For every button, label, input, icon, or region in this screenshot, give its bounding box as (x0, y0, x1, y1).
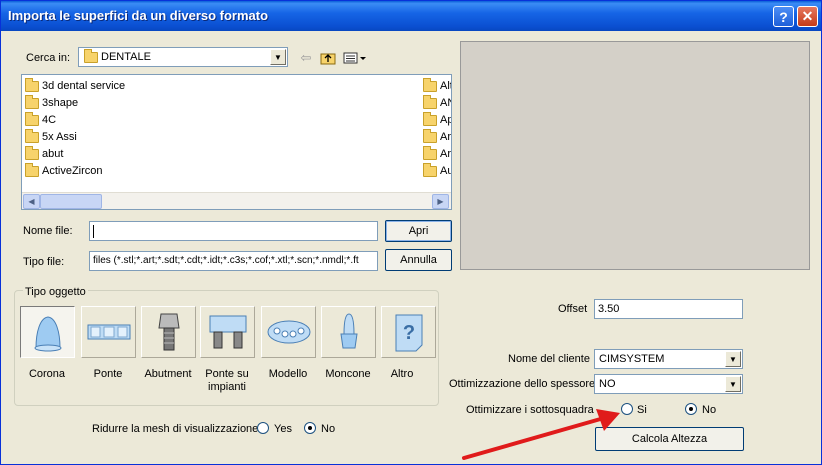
folder-icon (423, 145, 437, 160)
folder-icon (25, 111, 39, 126)
object-type-abutment[interactable] (141, 306, 196, 358)
object-type-modello[interactable] (261, 306, 316, 358)
filetype-label: Tipo file: (23, 256, 65, 268)
svg-text:?: ? (402, 322, 414, 344)
list-item[interactable]: 5x Assi (25, 128, 77, 145)
mesh-no-radio[interactable] (304, 422, 316, 434)
object-type-label: Ponte (93, 368, 123, 380)
folder-icon (423, 128, 437, 143)
model-icon (267, 320, 310, 344)
folder-icon (84, 48, 98, 63)
view-menu-icon[interactable] (342, 50, 368, 66)
object-type-altro[interactable]: ? (381, 306, 436, 358)
folder-icon (25, 162, 39, 177)
list-item[interactable]: Au (423, 162, 451, 179)
object-type-label: Moncone (325, 368, 371, 380)
scroll-left-icon[interactable]: ◀ (23, 194, 40, 209)
folder-icon (423, 94, 437, 109)
undercuts-no-radio[interactable] (685, 403, 697, 415)
list-item[interactable]: Ar (423, 145, 451, 162)
lookin-combo[interactable]: DENTALE ▼ (78, 47, 288, 67)
mesh-no-label: No (321, 423, 336, 435)
object-type-legend: Tipo oggetto (23, 286, 88, 298)
folder-icon (25, 94, 39, 109)
bridge-icon (87, 324, 130, 340)
list-item[interactable]: 4C (25, 111, 56, 128)
object-type-ponte[interactable] (81, 306, 136, 358)
scroll-right-icon[interactable]: ▶ (432, 194, 449, 209)
import-dialog: Importa le superfici da un diverso forma… (0, 0, 822, 465)
list-item[interactable]: Ap (423, 111, 451, 128)
stump-icon (339, 313, 358, 349)
filename-label: Nome file: (23, 225, 73, 237)
list-item[interactable]: 3shape (25, 94, 78, 111)
filetype-combo[interactable]: files (*.stl;*.art;*.sdt;*.cdt;*.idt;*.c… (89, 251, 378, 271)
object-type-label: Modello (268, 368, 308, 380)
folder-icon (423, 77, 437, 92)
file-list[interactable]: 3d dental service 3shape 4C 5x Assi abut… (21, 74, 452, 210)
undercuts-no-label: No (702, 404, 717, 416)
client-label: Nome del cliente (508, 353, 590, 365)
thickness-combo[interactable]: NO ▼ (594, 374, 743, 394)
lookin-value: DENTALE (101, 51, 151, 63)
object-type-moncone[interactable] (321, 306, 376, 358)
open-button[interactable]: Apri (385, 220, 452, 242)
object-type-ponte-su-impianti[interactable] (200, 306, 255, 358)
object-type-label: Abutment (144, 368, 192, 380)
object-type-corona[interactable] (20, 306, 75, 358)
list-item[interactable]: 3d dental service (25, 77, 125, 94)
folder-icon (423, 162, 437, 177)
list-item[interactable]: Ar (423, 128, 451, 145)
mesh-label: Ridurre la mesh di visualizzazione (92, 423, 259, 435)
folder-icon (25, 128, 39, 143)
list-item[interactable]: ActiveZircon (25, 162, 103, 179)
back-icon[interactable]: ⇦ (297, 50, 315, 66)
question-icon: ? (395, 314, 422, 352)
list-item[interactable]: abut (25, 145, 63, 162)
horizontal-scrollbar[interactable]: ◀ ▶ (22, 192, 451, 209)
object-type-label: Altro (390, 368, 414, 380)
filename-input[interactable] (89, 221, 378, 241)
annotation-arrow-icon (462, 409, 620, 460)
offset-input[interactable]: 3.50 (594, 299, 743, 319)
window-title: Importa le superfici da un diverso forma… (8, 8, 269, 23)
object-type-label: Corona (28, 368, 66, 380)
mesh-yes-label: Yes (274, 423, 292, 435)
scroll-thumb[interactable] (40, 194, 102, 209)
lookin-label: Cerca in: (26, 52, 71, 64)
folder-icon (25, 145, 39, 160)
folder-icon (25, 77, 39, 92)
chevron-down-icon[interactable]: ▼ (725, 376, 741, 392)
up-folder-icon[interactable] (319, 50, 337, 66)
implant-bridge-icon (209, 315, 246, 349)
offset-label: Offset (558, 303, 588, 315)
mesh-yes-radio[interactable] (257, 422, 269, 434)
abutment-icon (157, 313, 180, 351)
text-caret (93, 225, 94, 238)
cancel-button[interactable]: Annulla (385, 249, 452, 271)
object-type-label: Ponte su impianti (205, 368, 249, 393)
client-combo[interactable]: CIMSYSTEM ▼ (594, 349, 743, 369)
list-item[interactable]: Alt (423, 77, 451, 94)
help-button[interactable]: ? (773, 6, 794, 27)
chevron-down-icon[interactable]: ▼ (725, 351, 741, 367)
crown-icon (34, 316, 61, 352)
folder-icon (423, 111, 437, 126)
preview-panel (460, 41, 810, 270)
list-item[interactable]: AN (423, 94, 451, 111)
close-button[interactable]: ✕ (797, 6, 818, 27)
thickness-label: Ottimizzazione dello spessore (449, 378, 596, 390)
chevron-down-icon[interactable]: ▼ (270, 49, 286, 65)
title-bar: Importa le superfici da un diverso forma… (1, 1, 821, 31)
undercuts-yes-label: Si (637, 404, 647, 416)
